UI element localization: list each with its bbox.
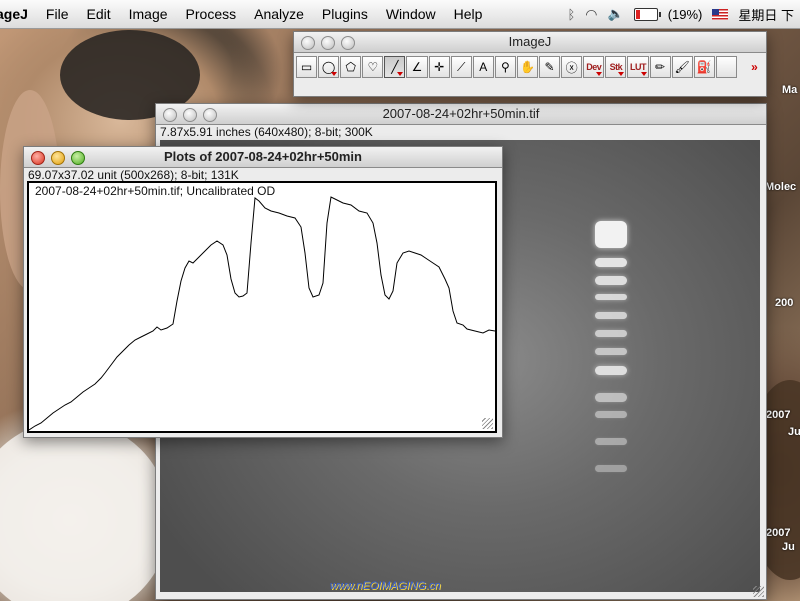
brush-tool-icon[interactable]: 🖌 <box>671 56 693 78</box>
desktop-label: Molec <box>765 181 797 193</box>
gel-band <box>595 311 627 319</box>
desktop-label: 2007 <box>766 527 791 539</box>
menu-help[interactable]: Help <box>445 0 492 28</box>
desktop-label: Ma <box>782 84 798 96</box>
menu-bar: ageJ File Edit Image Process Analyze Plu… <box>0 0 800 29</box>
plot-canvas[interactable]: 2007-08-24+02hr+50min.tif; Uncalibrated … <box>27 181 497 433</box>
menu-file[interactable]: File <box>37 0 78 28</box>
battery-icon[interactable] <box>633 7 661 21</box>
gel-band <box>595 329 627 337</box>
toolbar-title: ImageJ <box>508 34 552 49</box>
blank-tool[interactable] <box>715 56 737 78</box>
menu-window[interactable]: Window <box>377 0 445 28</box>
gel-band <box>595 411 627 418</box>
bluetooth-icon[interactable]: ᛒ <box>567 7 575 22</box>
angle-tool-icon[interactable]: ∠ <box>406 56 428 78</box>
close-tool-icon[interactable]: ⓧ <box>561 56 583 78</box>
menu-plugins[interactable]: Plugins <box>313 0 377 28</box>
tool-palette: ▭ ◯ ⬠ ♡ ╱ ∠ ✛ ⟋ A ⚲ ✋ ✎ ⓧ Dev Stk LUT ✏ 🖌 ⛽ » <box>294 53 766 78</box>
gel-band <box>595 366 627 376</box>
submenu-indicator-icon <box>397 72 404 76</box>
resize-handle[interactable] <box>753 586 764 597</box>
profile-plot <box>29 196 495 431</box>
gel-band <box>595 393 627 403</box>
freehand-tool-icon[interactable]: ♡ <box>362 56 384 78</box>
volume-icon[interactable]: 🔈 <box>608 6 624 22</box>
resize-handle[interactable] <box>482 418 493 429</box>
desktop-label: Ju <box>788 426 800 438</box>
gel-band <box>595 221 627 249</box>
magnifier-tool-icon[interactable]: ⚲ <box>494 56 516 78</box>
menu-process[interactable]: Process <box>177 0 246 28</box>
watermark: www.nEOIMAGING.cn <box>330 580 441 592</box>
text-tool-icon[interactable]: A <box>472 56 494 78</box>
plot-title: Plots of 2007-08-24+02hr+50min <box>164 149 362 164</box>
dev-tool[interactable]: Dev <box>583 56 605 78</box>
menu-image[interactable]: Image <box>120 0 177 28</box>
dropper-tool-icon[interactable]: ✎ <box>539 56 561 78</box>
gel-band <box>595 293 627 301</box>
desktop-label: 2007 <box>766 409 791 421</box>
rectangle-tool-icon[interactable]: ▭ <box>296 56 318 78</box>
polygon-tool-icon[interactable]: ⬠ <box>340 56 362 78</box>
imagej-toolbar-window: ImageJ ▭ ◯ ⬠ ♡ ╱ ∠ ✛ ⟋ A ⚲ ✋ ✎ ⓧ Dev Stk LUT ✏ 🖌 ⛽ » <box>293 31 767 97</box>
stk-tool-label: Stk <box>609 62 623 72</box>
desktop-label: Ju <box>782 541 795 553</box>
gel-band <box>595 275 627 285</box>
wand-tool-icon[interactable]: ⟋ <box>450 56 472 78</box>
image-title: 2007-08-24+02hr+50min.tif <box>382 106 540 121</box>
image-info: 7.87x5.91 inches (640x480); 8-bit; 300K <box>160 125 373 139</box>
submenu-indicator-icon <box>331 72 338 76</box>
more-tools-button[interactable]: » <box>744 56 765 78</box>
app-menu[interactable]: ageJ <box>0 0 37 28</box>
plot-titlebar[interactable]: Plots of 2007-08-24+02hr+50min <box>24 147 502 168</box>
lut-tool[interactable]: LUT <box>627 56 649 78</box>
submenu-indicator-icon <box>596 72 603 76</box>
input-flag-icon[interactable] <box>712 8 729 20</box>
menu-edit[interactable]: Edit <box>77 0 119 28</box>
submenu-indicator-icon <box>640 72 647 76</box>
menu-analyze[interactable]: Analyze <box>245 0 313 28</box>
stk-tool[interactable]: Stk <box>605 56 627 78</box>
hand-tool-icon[interactable]: ✋ <box>516 56 539 78</box>
gel-band <box>595 257 627 267</box>
desktop-label: 200 <box>775 297 794 309</box>
line-tool-icon[interactable]: ╱ <box>384 56 406 78</box>
submenu-indicator-icon <box>618 72 625 76</box>
profile-line <box>29 196 495 431</box>
clock[interactable]: 星期日 下 <box>738 5 794 24</box>
lut-tool-label: LUT <box>629 62 647 72</box>
battery-percent: (19%) <box>667 6 703 22</box>
oval-tool-icon[interactable]: ◯ <box>318 56 340 78</box>
flood-fill-tool-icon[interactable]: ⛽ <box>693 56 715 78</box>
point-tool-icon[interactable]: ✛ <box>428 56 450 78</box>
pencil-tool-icon[interactable]: ✏ <box>649 56 671 78</box>
wifi-icon[interactable]: ◠ <box>585 6 597 23</box>
gel-band <box>595 347 627 355</box>
toolbar-titlebar[interactable]: ImageJ <box>294 32 766 53</box>
plot-info: 69.07x37.02 unit (500x268); 8-bit; 131K <box>28 168 239 182</box>
gel-band <box>595 438 627 446</box>
gel-band <box>595 465 627 473</box>
dev-tool-label: Dev <box>586 62 602 72</box>
plot-window: Plots of 2007-08-24+02hr+50min 69.07x37.… <box>23 146 503 438</box>
menu-extras: ᛒ ◠ 🔈 (19%) 星期日 下 <box>567 0 800 28</box>
image-titlebar[interactable]: 2007-08-24+02hr+50min.tif <box>156 104 766 125</box>
